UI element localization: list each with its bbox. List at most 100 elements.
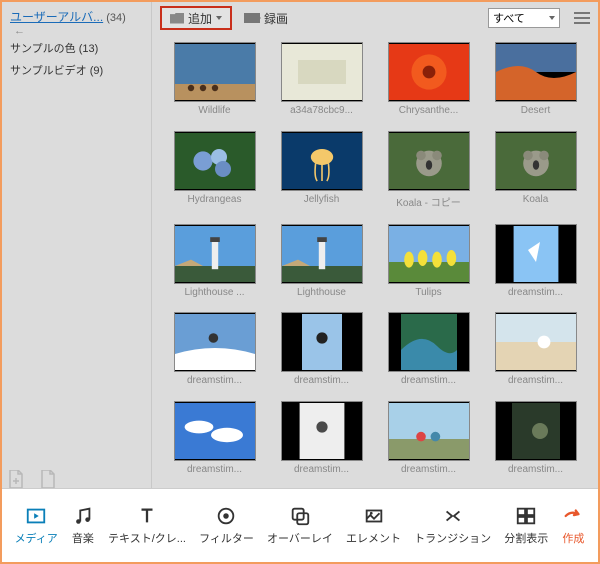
content-pane: 追加 録画 すべて Wildlife a34a78cbc9... Chrysanth… xyxy=(152,2,598,488)
text-icon xyxy=(135,504,159,528)
thumbnail[interactable] xyxy=(495,42,577,102)
media-caption: Desert xyxy=(495,105,577,116)
menu-icon[interactable] xyxy=(574,12,590,24)
record-label: 録画 xyxy=(264,10,288,27)
bottom-tabs: メディア音楽テキスト/クレ... フィルターオーバーレイエレメントトランジション分… xyxy=(2,488,598,560)
media-item[interactable]: dreamstim... xyxy=(168,312,261,391)
tab-create[interactable]: 作成 xyxy=(561,504,585,546)
media-item[interactable]: dreamstim... xyxy=(382,401,475,480)
media-caption: dreamstim... xyxy=(495,464,577,475)
thumbnail[interactable] xyxy=(495,312,577,372)
media-grid: Wildlife a34a78cbc9... Chrysanthe... Desert… xyxy=(152,34,598,488)
tab-label: 音楽 xyxy=(72,530,94,546)
media-caption: Tulips xyxy=(388,287,470,298)
media-item[interactable]: dreamstim... xyxy=(489,401,582,480)
camera-icon xyxy=(244,13,260,23)
media-caption: a34a78cbc9... xyxy=(281,105,363,116)
media-item[interactable]: dreamstim... xyxy=(275,312,368,391)
tab-overlay[interactable]: オーバーレイ xyxy=(267,504,333,546)
thumbnail[interactable] xyxy=(174,224,256,284)
tab-filter[interactable]: フィルター xyxy=(199,504,254,546)
media-caption: dreamstim... xyxy=(495,287,577,298)
media-item[interactable]: Koala - コピー xyxy=(382,131,475,214)
media-item[interactable]: dreamstim... xyxy=(275,401,368,480)
tab-label: フィルター xyxy=(199,530,254,546)
tab-label: トランジション xyxy=(414,530,491,546)
media-caption: Jellyfish xyxy=(281,194,363,205)
thumbnail[interactable] xyxy=(495,224,577,284)
media-caption: Lighthouse xyxy=(281,287,363,298)
tab-transition[interactable]: トランジション xyxy=(414,504,491,546)
media-caption: dreamstim... xyxy=(281,375,363,386)
media-caption: dreamstim... xyxy=(174,375,256,386)
thumbnail[interactable] xyxy=(388,131,470,191)
thumbnail[interactable] xyxy=(388,401,470,461)
media-item[interactable]: Lighthouse xyxy=(275,224,368,303)
thumbnail[interactable] xyxy=(281,401,363,461)
file-icon[interactable] xyxy=(40,470,56,488)
tab-split[interactable]: 分割表示 xyxy=(504,504,548,546)
thumbnail[interactable] xyxy=(388,42,470,102)
thumbnail[interactable] xyxy=(174,42,256,102)
media-item[interactable]: dreamstim... xyxy=(382,312,475,391)
thumbnail[interactable] xyxy=(174,131,256,191)
media-caption: dreamstim... xyxy=(174,464,256,475)
media-item[interactable]: Chrysanthe... xyxy=(382,42,475,121)
add-label: 追加 xyxy=(188,10,212,27)
media-item[interactable]: dreamstim... xyxy=(168,401,261,480)
media-item[interactable]: Wildlife xyxy=(168,42,261,121)
overlay-icon xyxy=(288,504,312,528)
new-file-icon[interactable] xyxy=(8,470,24,488)
thumbnail[interactable] xyxy=(281,312,363,372)
media-item[interactable]: Desert xyxy=(489,42,582,121)
tab-label: オーバーレイ xyxy=(267,530,333,546)
media-item[interactable]: Jellyfish xyxy=(275,131,368,214)
thumbnail[interactable] xyxy=(281,131,363,191)
media-caption: Chrysanthe... xyxy=(388,105,470,116)
filter-icon xyxy=(214,504,238,528)
tab-text[interactable]: テキスト/クレ... xyxy=(108,504,186,546)
thumbnail[interactable] xyxy=(281,224,363,284)
media-caption: Wildlife xyxy=(174,105,256,116)
record-button[interactable]: 録画 xyxy=(240,10,292,27)
media-caption: dreamstim... xyxy=(388,464,470,475)
chevron-down-icon xyxy=(216,16,222,20)
tab-element[interactable]: エレメント xyxy=(346,504,401,546)
media-item[interactable]: Lighthouse ... xyxy=(168,224,261,303)
thumbnail[interactable] xyxy=(495,131,577,191)
thumbnail[interactable] xyxy=(281,42,363,102)
media-caption: dreamstim... xyxy=(388,375,470,386)
sidebar: ユーザーアルバ... (34) ← サンプルの色 (13)サンプルビデオ (9) xyxy=(2,2,152,488)
media-caption: dreamstim... xyxy=(281,464,363,475)
tab-media[interactable]: メディア xyxy=(15,504,58,546)
media-item[interactable]: dreamstim... xyxy=(489,224,582,303)
media-item[interactable]: a34a78cbc9... xyxy=(275,42,368,121)
element-icon xyxy=(362,504,386,528)
thumbnail[interactable] xyxy=(495,401,577,461)
media-item[interactable]: Koala xyxy=(489,131,582,214)
thumbnail[interactable] xyxy=(388,312,470,372)
thumbnail[interactable] xyxy=(388,224,470,284)
thumbnail[interactable] xyxy=(174,312,256,372)
filter-dropdown[interactable]: すべて xyxy=(488,8,560,28)
media-icon xyxy=(24,504,48,528)
filter-label: すべて xyxy=(493,10,525,26)
media-item[interactable]: Hydrangeas xyxy=(168,131,261,214)
album-title: ユーザーアルバ... xyxy=(10,8,103,25)
media-caption: Koala xyxy=(495,194,577,205)
tab-label: テキスト/クレ... xyxy=(108,530,186,546)
media-caption: Hydrangeas xyxy=(174,194,256,205)
folder-icon xyxy=(170,13,184,24)
tab-music[interactable]: 音楽 xyxy=(71,504,95,546)
create-icon xyxy=(561,504,585,528)
toolbar: 追加 録画 すべて xyxy=(152,2,598,34)
add-button[interactable]: 追加 xyxy=(160,6,232,30)
sidebar-item[interactable]: サンプルの色 (13) xyxy=(10,37,143,59)
thumbnail[interactable] xyxy=(174,401,256,461)
sidebar-item[interactable]: サンプルビデオ (9) xyxy=(10,59,143,81)
tab-label: メディア xyxy=(15,530,58,546)
media-item[interactable]: Tulips xyxy=(382,224,475,303)
music-icon xyxy=(71,504,95,528)
sidebar-header[interactable]: ユーザーアルバ... (34) ← xyxy=(10,8,143,37)
media-item[interactable]: dreamstim... xyxy=(489,312,582,391)
